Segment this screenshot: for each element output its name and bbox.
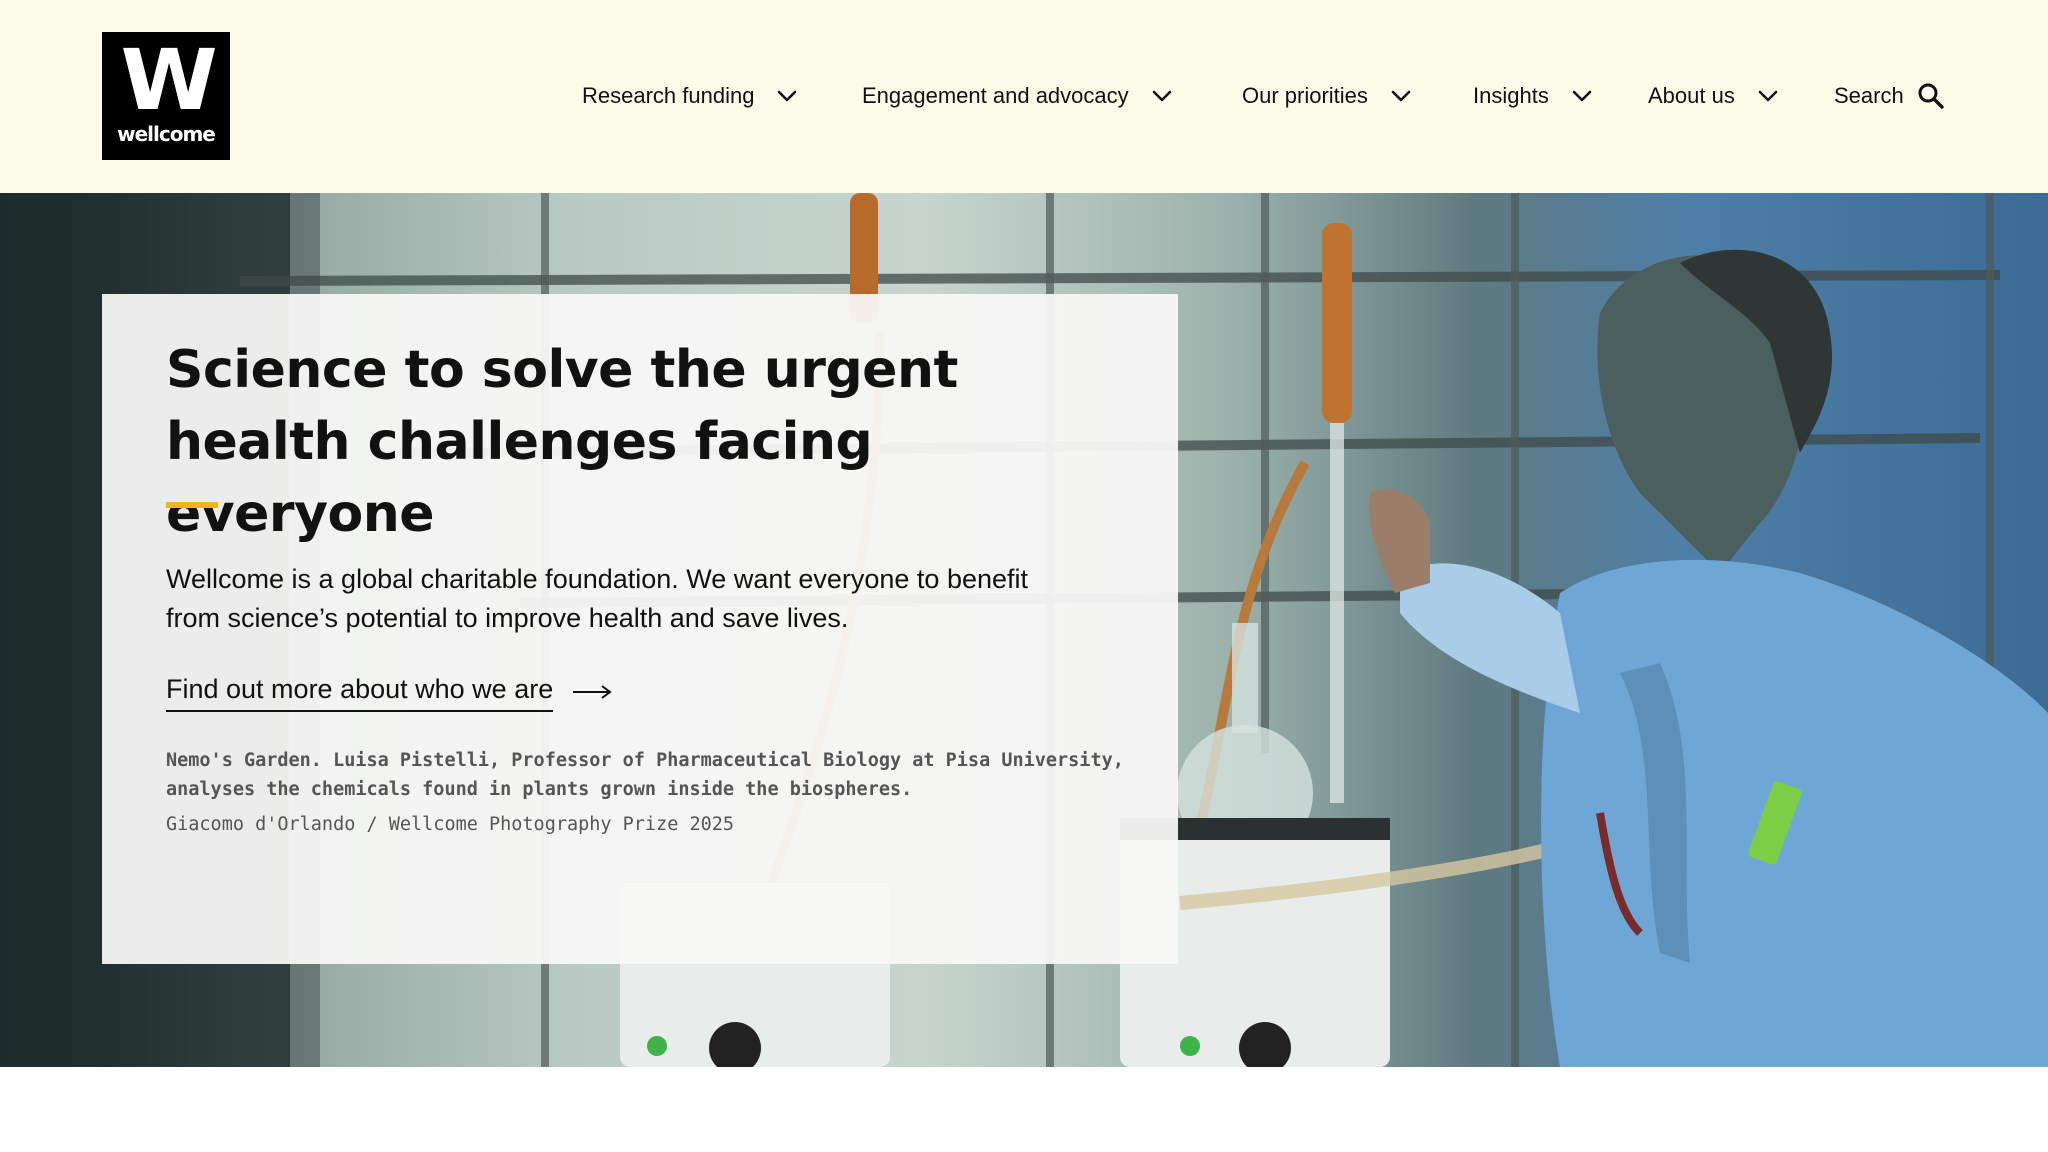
- hero-card: Science to solve the urgent health chall…: [102, 294, 1178, 964]
- logo-wordmark: wellcome: [117, 122, 216, 146]
- long-arrow-right-icon: [571, 682, 613, 702]
- search-label: Search: [1834, 83, 1904, 108]
- main-navigation: Research funding Engagement and advocacy…: [0, 70, 2048, 122]
- chevron-down-icon: [1755, 83, 1781, 109]
- nav-item-label: About us: [1648, 83, 1735, 108]
- nav-item-engagement-and-advocacy[interactable]: Engagement and advocacy: [862, 70, 1175, 122]
- hero-title: Science to solve the urgent health chall…: [166, 340, 958, 544]
- site-header: W wellcome Research funding Engagement a…: [0, 0, 2048, 193]
- nav-item-insights[interactable]: Insights: [1473, 70, 1595, 122]
- photo-caption: Nemo's Garden. Luisa Pistelli, Professor…: [166, 750, 1124, 800]
- nav-item-about-us[interactable]: About us: [1648, 70, 1781, 122]
- chevron-down-icon: [774, 83, 800, 109]
- chevron-down-icon: [1149, 83, 1175, 109]
- nav-item-label: Engagement and advocacy: [862, 83, 1129, 108]
- nav-item-label: Research funding: [582, 83, 755, 108]
- nav-item-our-priorities[interactable]: Our priorities: [1242, 70, 1414, 122]
- find-out-more-link[interactable]: Find out more about who we are: [166, 672, 613, 712]
- accent-rule: [166, 502, 218, 508]
- search-button[interactable]: Search: [1834, 70, 1946, 122]
- hero-section: Science to solve the urgent health chall…: [0, 193, 2048, 1067]
- search-icon: [1916, 81, 1946, 111]
- nav-item-label: Our priorities: [1242, 83, 1368, 108]
- nav-item-label: Insights: [1473, 83, 1549, 108]
- nav-item-research-funding[interactable]: Research funding: [582, 70, 800, 122]
- find-out-more-label: Find out more about who we are: [166, 672, 554, 712]
- chevron-down-icon: [1569, 83, 1595, 109]
- chevron-down-icon: [1388, 83, 1414, 109]
- hero-description: Wellcome is a global charitable foundati…: [166, 564, 1029, 633]
- photo-credit: Giacomo d'Orlando / Wellcome Photography…: [166, 814, 735, 835]
